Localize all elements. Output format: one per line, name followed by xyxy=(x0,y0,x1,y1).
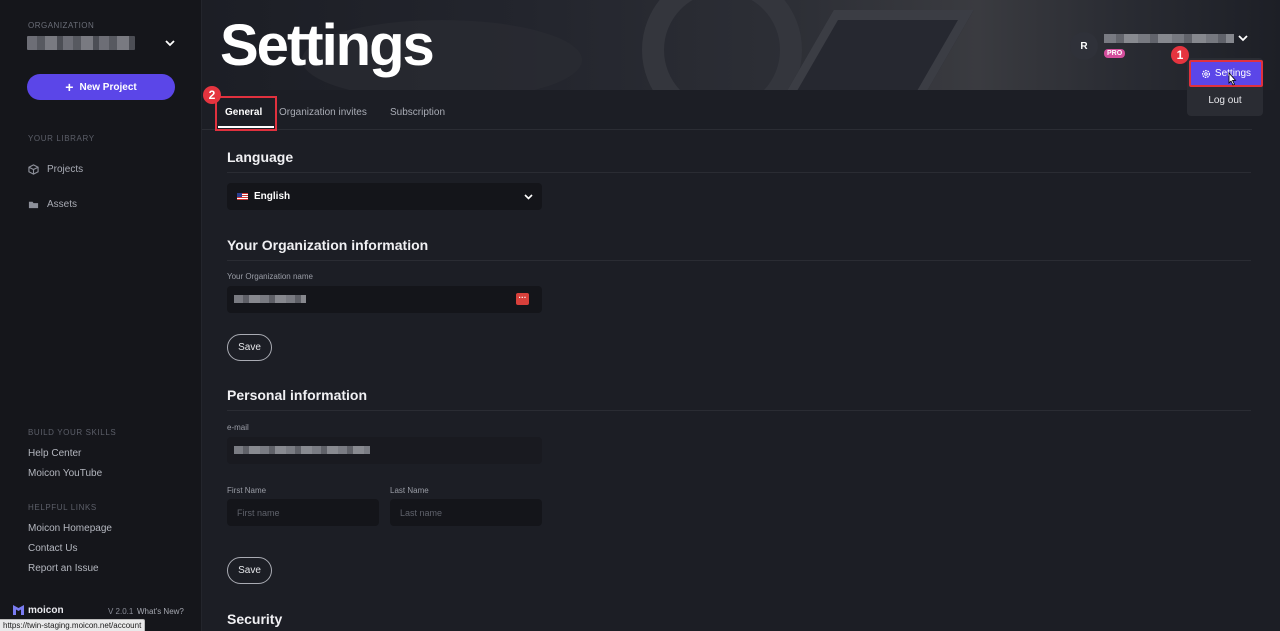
divider xyxy=(227,260,1251,261)
organization-section-title: Your Organization information xyxy=(227,237,429,253)
report-issue-link[interactable]: Report an Issue xyxy=(28,563,99,574)
avatar[interactable]: R xyxy=(1070,32,1098,60)
pro-badge: PRO xyxy=(1104,49,1126,58)
active-tab-indicator xyxy=(218,126,274,128)
last-name-field[interactable]: Last name xyxy=(390,499,542,526)
first-name-field[interactable]: First name xyxy=(227,499,379,526)
library-section-label: YOUR LIBRARY xyxy=(28,134,95,143)
personal-section-title: Personal information xyxy=(227,387,368,403)
tab-general[interactable]: General xyxy=(225,107,262,118)
divider xyxy=(227,172,1251,173)
mouse-cursor-icon xyxy=(1228,72,1237,86)
language-section-title: Language xyxy=(227,149,294,165)
organization-save-button[interactable]: Save xyxy=(227,334,272,361)
organization-name-redacted[interactable] xyxy=(27,36,135,50)
new-project-label: New Project xyxy=(79,81,137,93)
tab-organization-invites[interactable]: Organization invites xyxy=(279,107,367,118)
security-section-title: Security xyxy=(227,611,283,627)
version-text: V 2.0.1 xyxy=(108,607,134,616)
help-center-link[interactable]: Help Center xyxy=(28,448,81,459)
helpful-links-section-label: HELPFUL LINKS xyxy=(28,503,97,512)
organization-name-value-redacted xyxy=(234,295,306,303)
divider xyxy=(227,410,1251,411)
plus-icon: + xyxy=(65,79,74,95)
page-title: Settings xyxy=(220,13,435,78)
last-name-label: Last Name xyxy=(390,486,429,495)
app-root: ORGANIZATION + New Project YOUR LIBRARY … xyxy=(0,0,1280,631)
new-project-button[interactable]: + New Project xyxy=(27,74,175,100)
moicon-homepage-link[interactable]: Moicon Homepage xyxy=(28,523,112,534)
email-value-redacted xyxy=(234,446,370,454)
browser-status-url: https://twin-staging.moicon.net/account xyxy=(0,619,146,631)
tab-subscription[interactable]: Subscription xyxy=(390,107,445,118)
sidebar-item-label: Projects xyxy=(47,164,84,175)
personal-save-button[interactable]: Save xyxy=(227,557,272,584)
sidebar-item-assets[interactable]: Assets xyxy=(28,199,77,210)
email-label: e-mail xyxy=(227,423,249,432)
banner-decoration xyxy=(642,0,802,90)
contact-us-link[interactable]: Contact Us xyxy=(28,543,77,554)
sidebar-item-label: Assets xyxy=(47,199,78,210)
chevron-down-icon[interactable] xyxy=(162,36,178,50)
menu-item-settings[interactable]: Settings xyxy=(1189,60,1263,87)
settings-tabs: General Organization invites Subscriptio… xyxy=(202,95,1252,131)
password-manager-icon[interactable]: ··· xyxy=(516,293,529,305)
sidebar: ORGANIZATION + New Project YOUR LIBRARY … xyxy=(0,0,202,631)
language-select[interactable]: English xyxy=(227,183,542,210)
moicon-youtube-link[interactable]: Moicon YouTube xyxy=(28,468,102,479)
whats-new-link[interactable]: What's New? xyxy=(137,607,184,616)
language-selected-value: English xyxy=(254,191,291,202)
first-name-label: First Name xyxy=(227,486,267,495)
step-marker-2: 2 xyxy=(203,86,221,104)
organization-name-label: Your Organization name xyxy=(227,272,313,281)
logo-text: moicon xyxy=(28,604,64,616)
gear-icon xyxy=(1201,69,1210,78)
us-flag-icon xyxy=(237,193,248,200)
chevron-down-icon[interactable] xyxy=(1236,31,1250,45)
folder-icon xyxy=(28,201,39,209)
organization-label: ORGANIZATION xyxy=(28,21,95,30)
moicon-logo-icon xyxy=(13,605,24,615)
main-content: Settings R PRO Settings Log out 1 Genera… xyxy=(202,0,1280,631)
step-marker-1: 1 xyxy=(1171,46,1189,64)
chevron-down-icon xyxy=(524,194,533,200)
moicon-logo[interactable]: moicon xyxy=(12,604,64,616)
user-name-redacted[interactable] xyxy=(1104,34,1234,43)
skills-section-label: BUILD YOUR SKILLS xyxy=(28,428,117,437)
sidebar-item-projects[interactable]: Projects xyxy=(28,164,83,175)
cube-icon xyxy=(28,164,39,175)
